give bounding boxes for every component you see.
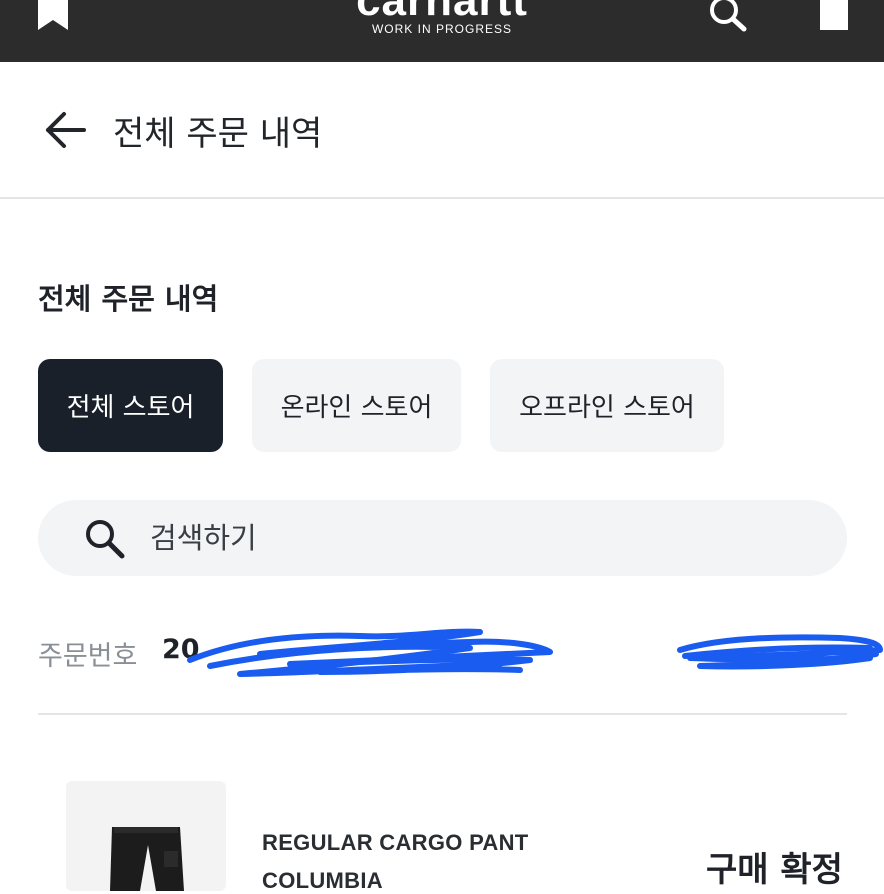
cargo-pant-image bbox=[110, 827, 184, 891]
bag-icon[interactable] bbox=[820, 0, 848, 30]
product-name[interactable]: REGULAR CARGO PANT bbox=[262, 830, 529, 856]
section-title: 전체 주문 내역 bbox=[38, 282, 219, 316]
filter-chip-all-stores[interactable]: 전체 스토어 bbox=[38, 359, 223, 452]
filter-chip-offline-store[interactable]: 오프라인 스토어 bbox=[490, 359, 724, 452]
filter-chip-online-store[interactable]: 온라인 스토어 bbox=[252, 359, 461, 452]
filter-chip-label: 온라인 스토어 bbox=[280, 393, 433, 423]
back-arrow-icon[interactable] bbox=[44, 110, 88, 150]
top-brand-bar: carhartt WORK IN PROGRESS bbox=[0, 0, 884, 62]
redaction-scribble bbox=[187, 628, 883, 677]
search-icon bbox=[86, 520, 125, 559]
product-image[interactable] bbox=[66, 781, 226, 891]
order-number-label: 주문번호 bbox=[38, 641, 138, 672]
search-input[interactable] bbox=[150, 516, 750, 560]
product-color: COLUMBIA bbox=[262, 868, 383, 893]
filter-chip-label: 전체 스토어 bbox=[66, 393, 195, 423]
page-title: 전체 주문 내역 bbox=[113, 114, 323, 154]
section-divider bbox=[38, 713, 847, 715]
brand-tagline: WORK IN PROGRESS bbox=[371, 22, 512, 36]
search-icon[interactable] bbox=[708, 0, 748, 32]
filter-chip-label: 오프라인 스토어 bbox=[519, 393, 695, 423]
